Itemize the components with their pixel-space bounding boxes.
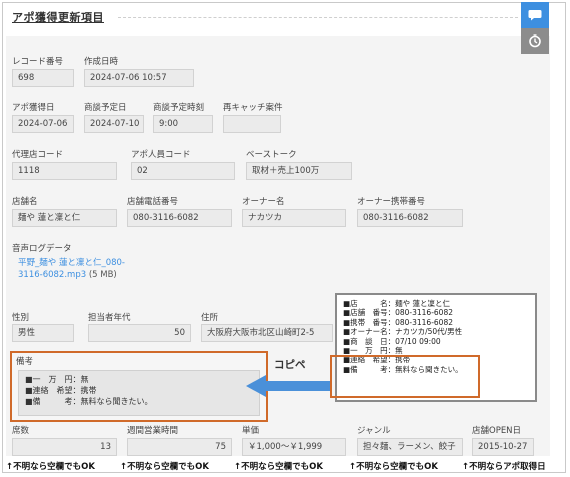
memo-line: ■一 万 円：無 bbox=[25, 375, 89, 384]
agency-code-label: 代理店コード bbox=[12, 150, 64, 160]
ref-line: ■オーナー名：ナカツカ/50代/男性 bbox=[343, 327, 463, 337]
memo-textarea[interactable]: ■一 万 円：無 ■連絡 希望：携帯 ■備 考：無料なら聞きたい。 bbox=[18, 370, 260, 416]
footnote-weekly-hours: ↑不明なら空欄でもOK bbox=[120, 462, 209, 472]
created-at-field[interactable]: 2024-07-06 10:57 bbox=[84, 69, 194, 87]
owner-mobile-label: オーナー携帯番号 bbox=[357, 197, 426, 207]
memo-line: ■連絡 希望：携帯 bbox=[25, 386, 97, 395]
seats-label: 席数 bbox=[12, 426, 30, 436]
weekly-hours-label: 週間営業時間 bbox=[127, 426, 179, 436]
appointer-code-field[interactable]: 02 bbox=[131, 162, 235, 180]
age-label: 担当者年代 bbox=[88, 313, 131, 323]
created-at-label: 作成日時 bbox=[84, 57, 119, 67]
address-label: 住所 bbox=[201, 313, 219, 323]
gender-field[interactable]: 男性 bbox=[12, 324, 74, 342]
appo-date-field[interactable]: 2024-07-06 bbox=[12, 115, 74, 133]
reference-highlight-box bbox=[330, 355, 480, 398]
recatch-field[interactable] bbox=[223, 115, 281, 133]
meeting-date-field[interactable]: 2024-07-10 bbox=[84, 115, 144, 133]
owner-mobile-field[interactable]: 080-3116-6082 bbox=[357, 209, 463, 227]
address-field[interactable]: 大阪府大阪市北区山崎町2-5 bbox=[201, 324, 333, 342]
owner-name-label: オーナー名 bbox=[242, 197, 285, 207]
memo-label: 備考 bbox=[16, 357, 34, 367]
timer-icon bbox=[529, 34, 541, 48]
genre-field[interactable]: 担々麺、ラーメン、餃子 bbox=[357, 438, 463, 456]
chat-button[interactable] bbox=[521, 2, 549, 28]
ref-line: ■店舗 番号：080-3116-6082 bbox=[343, 308, 453, 318]
base-talk-field[interactable]: 取材＋売上100万 bbox=[246, 162, 352, 180]
owner-name-field[interactable]: ナカツカ bbox=[242, 209, 346, 227]
ref-line: ■商 談 日：07/10 09:00 bbox=[343, 336, 441, 346]
base-talk-label: ベーストーク bbox=[246, 150, 297, 160]
unit-price-field[interactable]: ￥1,000～￥1,999 bbox=[242, 438, 346, 456]
unit-price-label: 単価 bbox=[242, 426, 260, 436]
agency-code-field[interactable]: 1118 bbox=[12, 162, 117, 180]
left-arrow-icon bbox=[246, 375, 330, 397]
shop-phone-field[interactable]: 080-3116-6082 bbox=[127, 209, 232, 227]
footnote-seats: ↑不明なら空欄でもOK bbox=[6, 462, 95, 472]
meeting-time-field[interactable]: 9:00 bbox=[153, 115, 213, 133]
open-date-label: 店舗OPEN日 bbox=[472, 426, 522, 436]
record-no-field[interactable]: 698 bbox=[12, 69, 74, 87]
footnote-open-date: ↑不明ならアポ取得日 bbox=[462, 462, 546, 472]
ref-line: ■店 名：麺や 蓮と凜と仁 bbox=[343, 299, 450, 308]
chat-bubble-icon bbox=[528, 10, 542, 21]
shop-name-field[interactable]: 麺や 蓮と凜と仁 bbox=[12, 209, 117, 227]
audio-file-link[interactable]: 平野_麺や 蓮と凜と仁_080-3116-6082.mp3 (5 MB) bbox=[18, 257, 128, 281]
memo-highlight-box: 備考 ■一 万 円：無 ■連絡 希望：携帯 ■備 考：無料なら聞きたい。 bbox=[10, 351, 268, 422]
record-no-label: レコード番号 bbox=[12, 57, 64, 67]
meeting-time-label: 商談予定時刻 bbox=[153, 103, 205, 113]
weekly-hours-field[interactable]: 75 bbox=[127, 438, 232, 456]
memo-line: ■備 考：無料なら聞きたい。 bbox=[25, 397, 153, 406]
age-field[interactable]: 50 bbox=[88, 324, 191, 342]
timer-button[interactable] bbox=[521, 28, 549, 54]
copy-paste-label: コピペ bbox=[274, 359, 306, 371]
appo-date-label: アポ獲得日 bbox=[12, 103, 55, 113]
appointer-code-label: アポ人員コード bbox=[131, 150, 191, 160]
meeting-date-label: 商談予定日 bbox=[84, 103, 127, 113]
shop-name-label: 店舗名 bbox=[12, 197, 38, 207]
audio-file-size: (5 MB) bbox=[88, 270, 117, 280]
page-title: アポ獲得更新項目 bbox=[12, 11, 104, 24]
audio-log-label: 音声ログデータ bbox=[12, 244, 72, 254]
footnote-unit-price: ↑不明なら空欄でもOK bbox=[234, 462, 323, 472]
footnote-genre: ↑不明なら空欄でもOK bbox=[349, 462, 438, 472]
genre-label: ジャンル bbox=[357, 426, 391, 436]
title-divider bbox=[118, 17, 518, 18]
gender-label: 性別 bbox=[12, 313, 30, 323]
shop-phone-label: 店舗電話番号 bbox=[127, 197, 179, 207]
ref-line: ■携帯 番号：080-3116-6082 bbox=[343, 317, 453, 327]
seats-field[interactable]: 13 bbox=[12, 438, 117, 456]
open-date-field[interactable]: 2015-10-27 bbox=[472, 438, 534, 456]
recatch-label: 再キャッチ案件 bbox=[223, 103, 283, 113]
